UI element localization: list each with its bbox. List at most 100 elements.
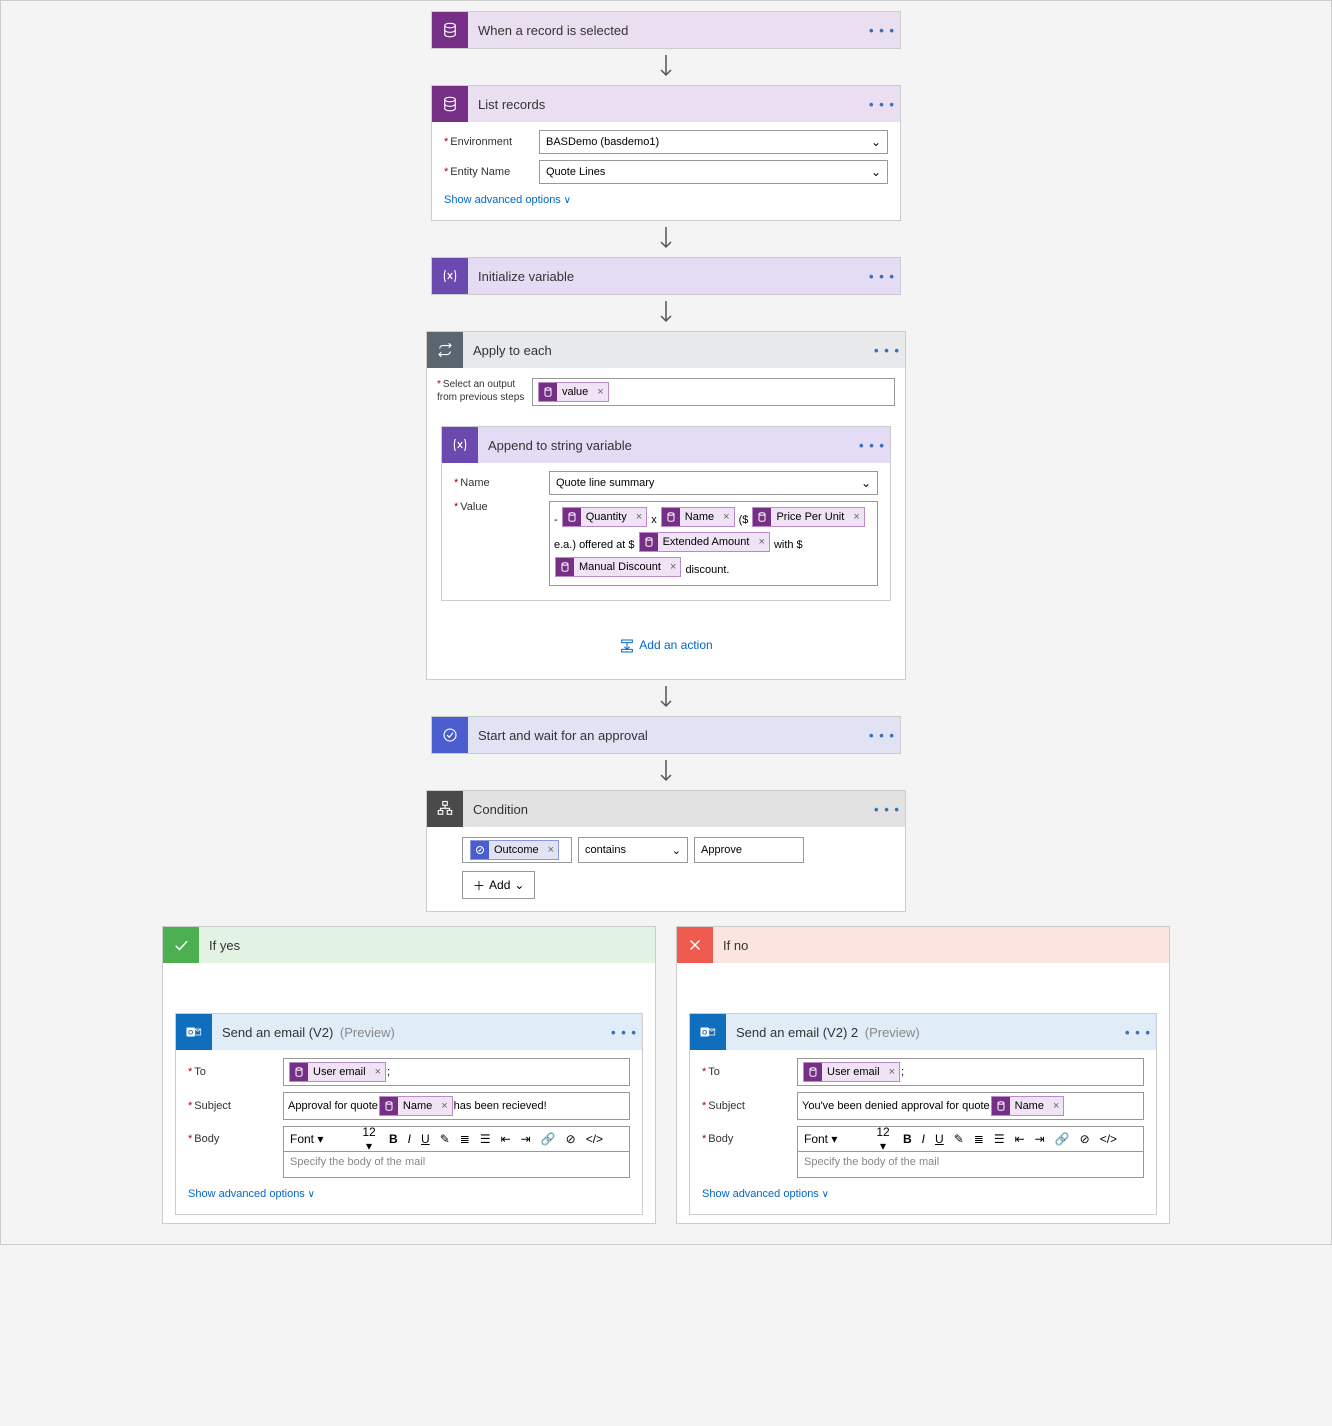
- apply-each-title: Apply to each: [463, 343, 869, 358]
- number-list-button[interactable]: ☰: [475, 1132, 496, 1146]
- user-email-token[interactable]: User email×: [289, 1062, 386, 1082]
- value-field[interactable]: - Quantity× x Name× ($ Price Per Unit× e…: [549, 501, 878, 586]
- chevron-down-icon: ⌄: [861, 476, 871, 490]
- menu-button[interactable]: • • •: [606, 1025, 642, 1040]
- show-advanced-link[interactable]: Show advanced options: [702, 1184, 1144, 1206]
- outcome-token[interactable]: Outcome×: [470, 840, 559, 860]
- extended-token[interactable]: Extended Amount×: [639, 532, 770, 552]
- select-output-field[interactable]: value×: [532, 378, 895, 406]
- highlight-button[interactable]: ✎: [949, 1132, 969, 1146]
- env-dropdown[interactable]: BASDemo (basdemo1)⌄: [539, 130, 888, 154]
- remove-token[interactable]: ×: [593, 386, 607, 398]
- email-yes-title: Send an email (V2) (Preview): [212, 1025, 606, 1040]
- send-email-no-card[interactable]: O Send an email (V2) 2 (Preview) • • • T…: [689, 1013, 1157, 1215]
- number-list-button[interactable]: ☰: [989, 1132, 1010, 1146]
- to-label: To: [188, 1066, 283, 1078]
- variable-icon: [442, 427, 478, 463]
- menu-button[interactable]: • • •: [864, 269, 900, 284]
- body-field[interactable]: Specify the body of the mail: [283, 1152, 630, 1178]
- condition-right[interactable]: Approve: [694, 837, 804, 863]
- code-button[interactable]: </>: [1095, 1132, 1122, 1146]
- email-no-title: Send an email (V2) 2 (Preview): [726, 1025, 1120, 1040]
- size-selector[interactable]: 12 ▾: [868, 1125, 898, 1153]
- init-variable-card[interactable]: Initialize variable • • •: [431, 257, 901, 295]
- condition-operator[interactable]: contains⌄: [578, 837, 688, 863]
- to-field[interactable]: User email× ;: [797, 1058, 1144, 1086]
- select-output-label: Select an output from previous steps: [437, 378, 532, 404]
- underline-button[interactable]: U: [416, 1132, 435, 1146]
- value-token[interactable]: value×: [538, 382, 609, 402]
- approval-card[interactable]: Start and wait for an approval • • •: [431, 716, 901, 754]
- to-field[interactable]: User email× ;: [283, 1058, 630, 1086]
- quantity-token[interactable]: Quantity×: [562, 507, 647, 527]
- show-advanced-link[interactable]: Show advanced options: [444, 190, 888, 212]
- check-icon: [163, 927, 199, 963]
- condition-icon: [427, 791, 463, 827]
- name-token[interactable]: Name×: [379, 1096, 453, 1116]
- link-button[interactable]: 🔗: [536, 1132, 561, 1146]
- bullet-list-button[interactable]: ≣: [969, 1132, 989, 1146]
- indent-button[interactable]: ⇥: [516, 1132, 536, 1146]
- menu-button[interactable]: • • •: [869, 343, 905, 358]
- name-token[interactable]: Name×: [661, 507, 735, 527]
- arrow: [1, 221, 1331, 257]
- body-field[interactable]: Specify the body of the mail: [797, 1152, 1144, 1178]
- link-button[interactable]: 🔗: [1050, 1132, 1075, 1146]
- rich-text-toolbar[interactable]: Font ▾ 12 ▾ B I U ✎ ≣ ☰ ⇤ ⇥ 🔗 ⊘ </>: [797, 1126, 1144, 1152]
- chevron-down-icon: ⌄: [871, 135, 881, 149]
- send-email-yes-card[interactable]: O Send an email (V2) (Preview) • • • To …: [175, 1013, 643, 1215]
- cds-icon: [432, 12, 468, 48]
- env-label: Environment: [444, 136, 539, 148]
- user-email-token[interactable]: User email×: [803, 1062, 900, 1082]
- bullet-list-button[interactable]: ≣: [455, 1132, 475, 1146]
- bold-button[interactable]: B: [898, 1132, 917, 1146]
- font-selector[interactable]: Font ▾: [284, 1132, 354, 1146]
- chevron-down-icon: ⌄: [672, 844, 681, 857]
- rich-text-toolbar[interactable]: Font ▾ 12 ▾ B I U ✎ ≣ ☰ ⇤ ⇥ 🔗 ⊘ </>: [283, 1126, 630, 1152]
- approval-icon: [432, 717, 468, 753]
- size-selector[interactable]: 12 ▾: [354, 1125, 384, 1153]
- price-token[interactable]: Price Per Unit×: [752, 507, 864, 527]
- code-button[interactable]: </>: [581, 1132, 608, 1146]
- highlight-button[interactable]: ✎: [435, 1132, 455, 1146]
- font-selector[interactable]: Font ▾: [798, 1132, 868, 1146]
- outdent-button[interactable]: ⇤: [1010, 1132, 1030, 1146]
- menu-button[interactable]: • • •: [864, 97, 900, 112]
- condition-left[interactable]: Outcome×: [462, 837, 572, 863]
- italic-button[interactable]: I: [917, 1132, 930, 1146]
- underline-button[interactable]: U: [930, 1132, 949, 1146]
- entity-dropdown[interactable]: Quote Lines⌄: [539, 160, 888, 184]
- indent-button[interactable]: ⇥: [1030, 1132, 1050, 1146]
- outdent-button[interactable]: ⇤: [496, 1132, 516, 1146]
- clear-button[interactable]: ⊘: [561, 1132, 581, 1146]
- discount-token[interactable]: Manual Discount×: [555, 557, 681, 577]
- menu-button[interactable]: • • •: [869, 802, 905, 817]
- list-records-card[interactable]: List records • • • Environment BASDemo (…: [431, 85, 901, 221]
- name-dropdown[interactable]: Quote line summary⌄: [549, 471, 878, 495]
- add-action-link[interactable]: Add an action: [437, 611, 895, 669]
- italic-button[interactable]: I: [403, 1132, 416, 1146]
- clear-button[interactable]: ⊘: [1075, 1132, 1095, 1146]
- init-var-title: Initialize variable: [468, 269, 864, 284]
- menu-button[interactable]: • • •: [864, 23, 900, 38]
- svg-text:O: O: [188, 1029, 193, 1036]
- trigger-title: When a record is selected: [468, 23, 864, 38]
- approval-title: Start and wait for an approval: [468, 728, 864, 743]
- if-no-branch: If no O Send an email (V2) 2 (Preview) •…: [676, 926, 1170, 1224]
- append-variable-card[interactable]: Append to string variable • • • Name Quo…: [441, 426, 891, 601]
- condition-card[interactable]: Condition • • • Outcome× contains⌄ Appro…: [426, 790, 906, 912]
- menu-button[interactable]: • • •: [854, 438, 890, 453]
- menu-button[interactable]: • • •: [1120, 1025, 1156, 1040]
- list-records-title: List records: [468, 97, 864, 112]
- menu-button[interactable]: • • •: [864, 728, 900, 743]
- show-advanced-link[interactable]: Show advanced options: [188, 1184, 630, 1206]
- name-token[interactable]: Name×: [991, 1096, 1065, 1116]
- apply-each-card[interactable]: Apply to each • • • Select an output fro…: [426, 331, 906, 680]
- if-yes-branch: If yes O Send an email (V2) (Preview) • …: [162, 926, 656, 1224]
- subject-label: Subject: [702, 1100, 797, 1112]
- add-condition-button[interactable]: ＋ Add ⌄: [462, 871, 535, 899]
- subject-field[interactable]: You've been denied approval for quote Na…: [797, 1092, 1144, 1120]
- trigger-card[interactable]: When a record is selected • • •: [431, 11, 901, 49]
- subject-field[interactable]: Approval for quote Name× has been reciev…: [283, 1092, 630, 1120]
- bold-button[interactable]: B: [384, 1132, 403, 1146]
